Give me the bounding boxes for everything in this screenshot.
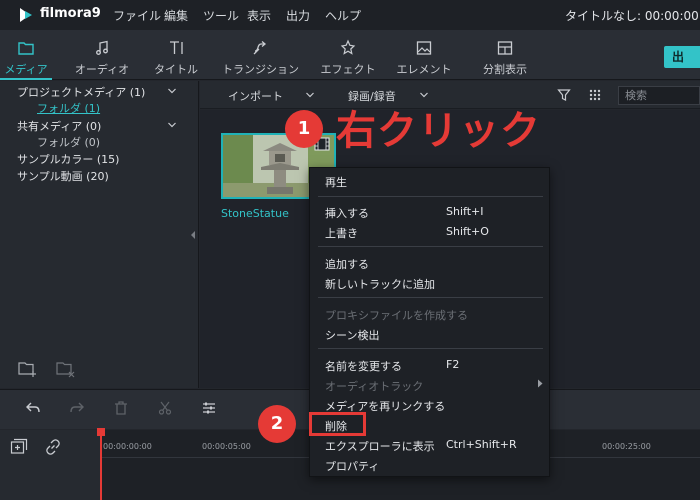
menu-separator bbox=[318, 297, 543, 298]
menu-item-overwrite[interactable]: 上書き bbox=[325, 225, 358, 241]
annotation-step-1-text: 右クリック bbox=[336, 108, 541, 154]
adjust-icon[interactable] bbox=[201, 400, 217, 416]
export-button[interactable]: 出 bbox=[664, 46, 700, 68]
tab-transition[interactable]: トランジション bbox=[222, 30, 299, 80]
annotation-step-2-badge: 2 bbox=[258, 405, 296, 443]
library-item-project-folder[interactable]: フォルダ (1) bbox=[37, 100, 100, 116]
playhead[interactable] bbox=[100, 428, 102, 500]
tick-label: 00:00:25:00 bbox=[602, 442, 651, 451]
chevron-down-icon[interactable] bbox=[167, 86, 177, 96]
tab-effect[interactable]: エフェクト bbox=[320, 30, 376, 80]
grid-view-icon[interactable] bbox=[588, 88, 602, 102]
menu-item-play[interactable]: 再生 bbox=[325, 174, 347, 190]
menu-item-show-in-explorer[interactable]: エクスプローラに表示 bbox=[325, 438, 435, 454]
add-track-icon[interactable] bbox=[10, 438, 28, 456]
library-item-shared-folder[interactable]: フォルダ (0) bbox=[37, 134, 100, 150]
collapse-panel-icon[interactable] bbox=[190, 230, 196, 240]
menu-file[interactable]: ファイル bbox=[113, 7, 161, 24]
menu-item-properties[interactable]: プロパティ bbox=[325, 458, 379, 474]
menu-item-scene-detect[interactable]: シーン検出 bbox=[325, 327, 379, 343]
annotation-step-1-badge: 1 bbox=[285, 110, 323, 148]
menu-item-append[interactable]: 追加する bbox=[325, 256, 369, 272]
effect-icon bbox=[340, 39, 356, 55]
menu-tools[interactable]: ツール bbox=[203, 7, 239, 24]
transition-icon bbox=[253, 41, 267, 55]
title-text-icon bbox=[170, 41, 183, 54]
scissors-icon[interactable] bbox=[157, 400, 173, 416]
menu-item-add-new-track[interactable]: 新しいトラックに追加 bbox=[325, 276, 435, 292]
tab-audio-label: オーディオ bbox=[74, 63, 130, 76]
menu-item-create-proxy: プロキシファイルを作成する bbox=[325, 309, 468, 322]
redo-icon[interactable] bbox=[68, 400, 86, 416]
search-input[interactable]: 検索 bbox=[618, 86, 700, 105]
tab-title[interactable]: タイトル bbox=[150, 30, 202, 80]
shortcut-rename: F2 bbox=[446, 358, 460, 371]
window-title: タイトルなし: 00:00:00: bbox=[565, 9, 700, 23]
menu-separator bbox=[318, 196, 543, 197]
tab-title-label: タイトル bbox=[154, 63, 198, 76]
app-name: filmora9 bbox=[40, 6, 101, 21]
menu-export[interactable]: 出力 bbox=[286, 7, 310, 24]
filter-icon[interactable] bbox=[557, 88, 571, 102]
shortcut-show-in-explorer: Ctrl+Shift+R bbox=[446, 438, 517, 451]
link-icon[interactable] bbox=[44, 438, 62, 456]
tick-label: 00:00:05:00 bbox=[202, 442, 251, 451]
trash-icon[interactable] bbox=[113, 400, 129, 416]
library-item-sample-videos[interactable]: サンプル動画 (20) bbox=[17, 168, 109, 184]
chevron-down-icon[interactable] bbox=[305, 90, 315, 100]
split-screen-icon bbox=[497, 41, 513, 55]
delete-highlight-box bbox=[309, 412, 366, 436]
tab-split-screen[interactable]: 分割表示 bbox=[477, 30, 533, 80]
playhead-handle[interactable] bbox=[97, 428, 105, 436]
tab-effect-label: エフェクト bbox=[320, 63, 376, 76]
menu-edit[interactable]: 編集 bbox=[164, 7, 188, 24]
library-item-sample-colors[interactable]: サンプルカラー (15) bbox=[17, 151, 119, 167]
tab-element-label: エレメント bbox=[396, 63, 452, 76]
folder-icon bbox=[18, 42, 34, 55]
menu-help[interactable]: ヘルプ bbox=[325, 7, 361, 24]
media-clip-name: StoneStatue bbox=[221, 207, 289, 220]
menu-view[interactable]: 表示 bbox=[247, 7, 271, 24]
menu-separator bbox=[318, 246, 543, 247]
chevron-down-icon[interactable] bbox=[167, 120, 177, 130]
tick-label: 00:00:00:00 bbox=[103, 442, 152, 451]
library-item-shared-media[interactable]: 共有メディア (0) bbox=[17, 118, 101, 134]
delete-folder-icon[interactable] bbox=[56, 360, 76, 378]
menu-separator bbox=[318, 348, 543, 349]
tab-audio[interactable]: オーディオ bbox=[72, 30, 132, 80]
tab-split-screen-label: 分割表示 bbox=[483, 63, 527, 76]
submenu-arrow-icon bbox=[538, 379, 543, 388]
tab-transition-label: トランジション bbox=[222, 63, 299, 76]
shortcut-insert: Shift+I bbox=[446, 205, 484, 218]
tab-media-label: メディア bbox=[4, 63, 48, 76]
menu-item-audio-track: オーディオトラック bbox=[325, 380, 424, 393]
tab-media[interactable]: メディア bbox=[0, 30, 52, 80]
new-folder-icon[interactable] bbox=[18, 360, 38, 378]
menu-item-insert[interactable]: 挿入する bbox=[325, 205, 369, 221]
filmora-logo-icon bbox=[20, 8, 32, 22]
music-note-icon bbox=[96, 40, 108, 55]
library-item-project-media[interactable]: プロジェクトメディア (1) bbox=[17, 84, 145, 100]
tab-element[interactable]: エレメント bbox=[396, 30, 452, 80]
menu-item-rename[interactable]: 名前を変更する bbox=[325, 358, 402, 374]
import-button[interactable]: インポート bbox=[228, 88, 283, 104]
shortcut-overwrite: Shift+O bbox=[446, 225, 489, 238]
image-icon bbox=[416, 41, 432, 55]
undo-icon[interactable] bbox=[24, 400, 42, 416]
